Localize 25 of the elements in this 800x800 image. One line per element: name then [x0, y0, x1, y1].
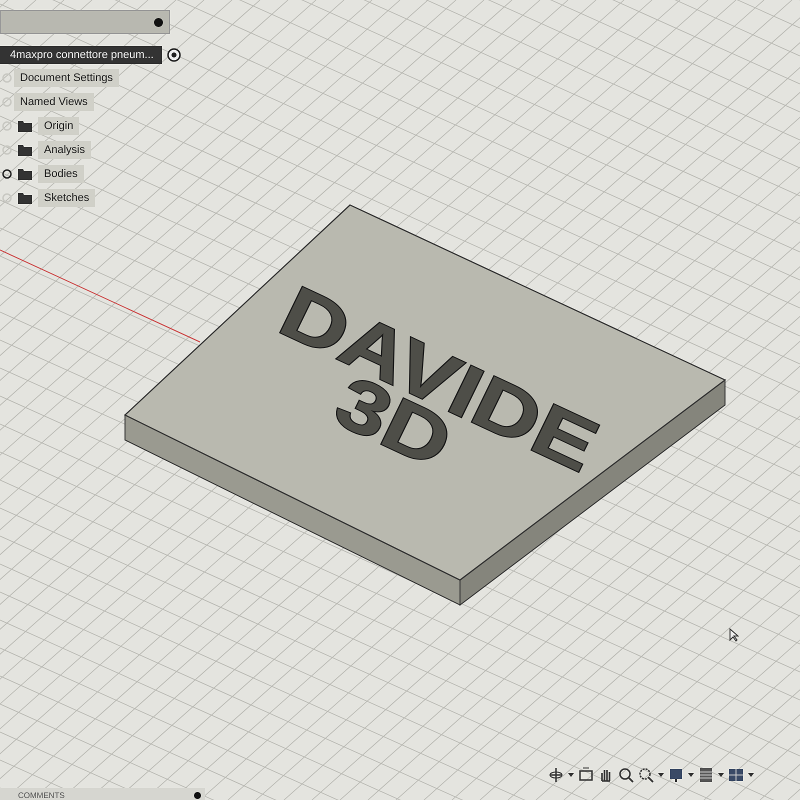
- caret-icon[interactable]: [748, 773, 754, 777]
- browser-item[interactable]: Bodies: [38, 165, 84, 183]
- display-icon[interactable]: [668, 767, 684, 783]
- browser-item[interactable]: Analysis: [38, 141, 91, 159]
- look-at-icon[interactable]: [578, 767, 594, 783]
- browser-item[interactable]: Named Views: [14, 93, 94, 111]
- cursor-icon: [729, 628, 739, 642]
- orbit-icon[interactable]: [548, 767, 564, 783]
- caret-icon[interactable]: [718, 773, 724, 777]
- caret-icon[interactable]: [568, 773, 574, 777]
- document-title[interactable]: 4maxpro connettore pneum...: [0, 46, 162, 64]
- browser-item[interactable]: Sketches: [38, 189, 96, 207]
- folder-icon: [18, 192, 32, 204]
- browser-item[interactable]: Origin: [38, 117, 80, 135]
- caret-icon[interactable]: [688, 773, 694, 777]
- viewports-icon[interactable]: [728, 767, 744, 783]
- zoom-window-icon[interactable]: [638, 767, 654, 783]
- browser-item[interactable]: Document Settings: [14, 69, 119, 87]
- target-icon[interactable]: [166, 48, 181, 62]
- caret-icon[interactable]: [658, 773, 664, 777]
- folder-icon: [18, 144, 32, 156]
- folder-icon: [18, 168, 32, 180]
- comments-label[interactable]: COMMENTS: [18, 790, 65, 800]
- zoom-icon[interactable]: [618, 767, 634, 783]
- folder-icon: [18, 120, 32, 132]
